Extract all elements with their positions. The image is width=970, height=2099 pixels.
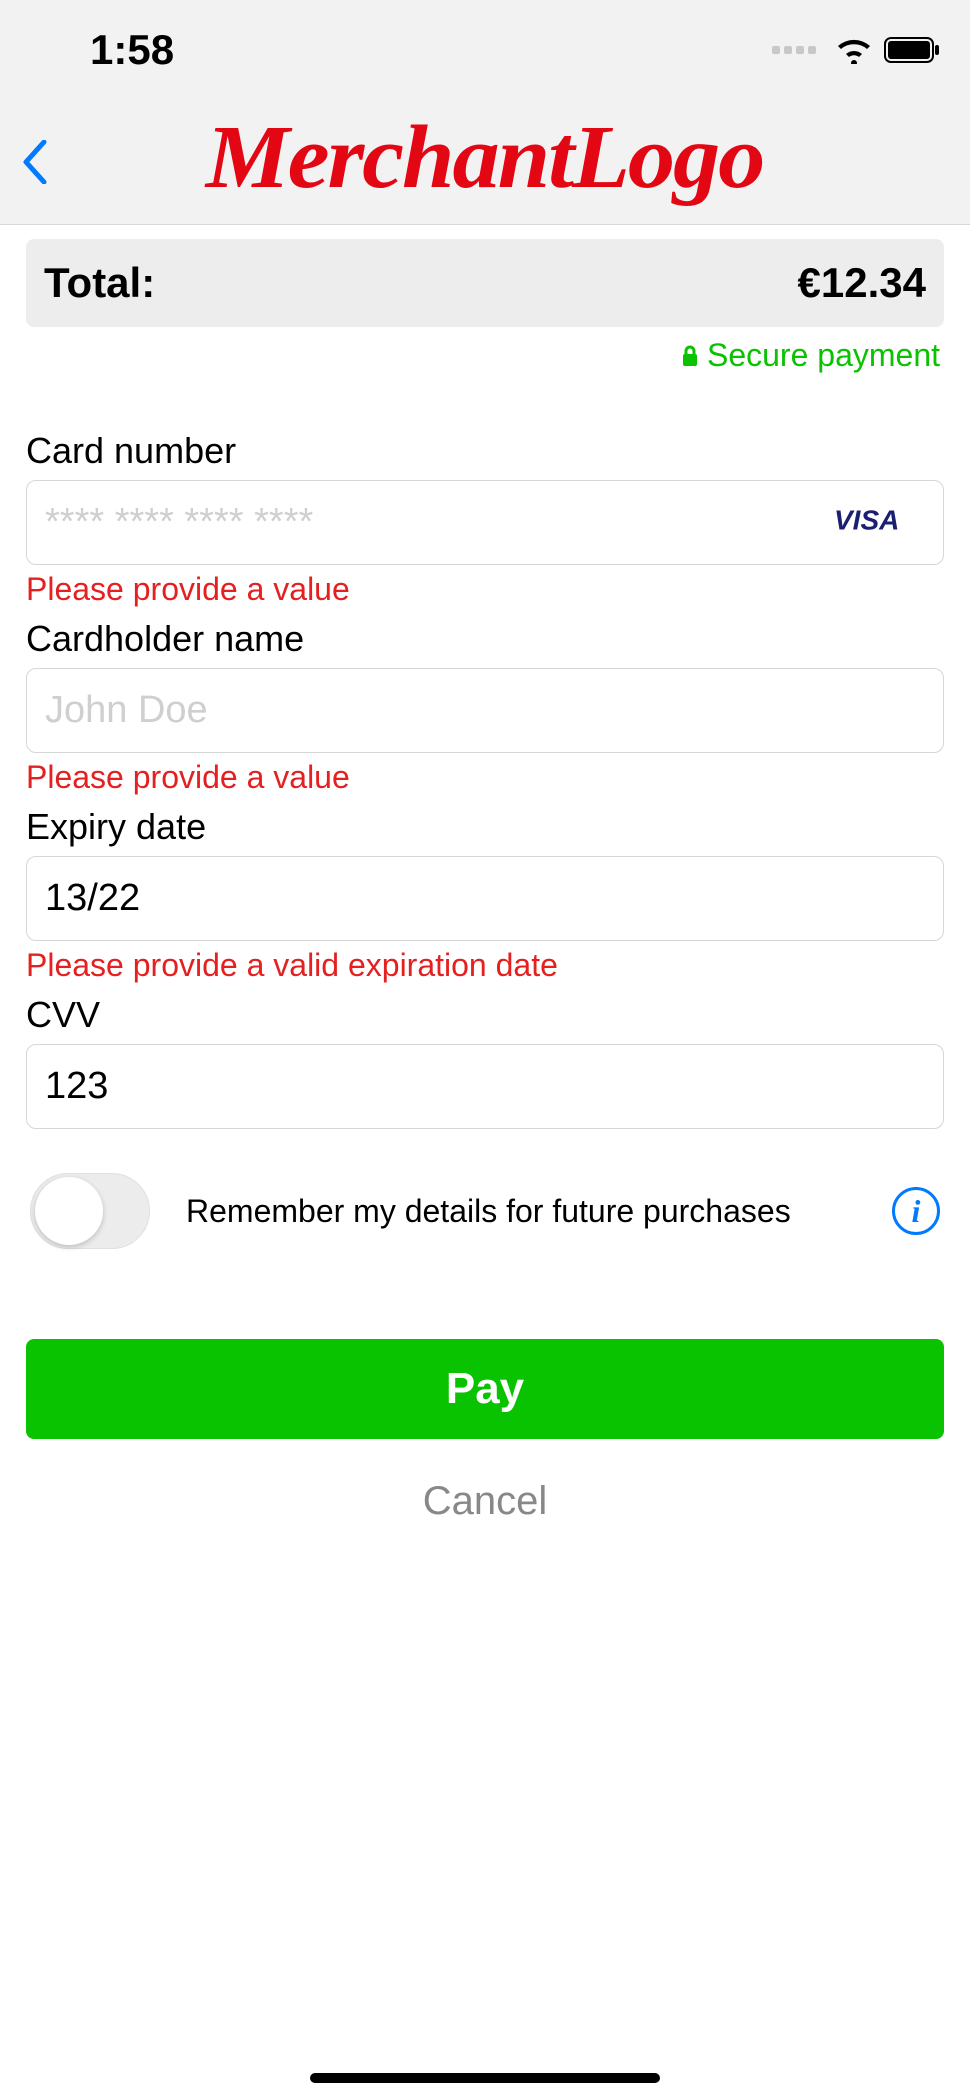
cell-dots-icon xyxy=(772,46,816,54)
info-icon: i xyxy=(912,1193,921,1230)
cardholder-label: Cardholder name xyxy=(26,618,944,660)
card-number-label: Card number xyxy=(26,430,944,472)
cardholder-input[interactable] xyxy=(26,668,944,753)
cardholder-error: Please provide a value xyxy=(26,759,944,796)
pay-button[interactable]: Pay xyxy=(26,1339,944,1439)
status-right xyxy=(772,36,940,64)
expiry-error: Please provide a valid expiration date xyxy=(26,947,944,984)
secure-text: Secure payment xyxy=(707,337,940,374)
cardholder-field: Cardholder name Please provide a value xyxy=(26,612,944,796)
lock-icon xyxy=(681,345,699,367)
remember-toggle[interactable] xyxy=(30,1173,150,1249)
wifi-icon xyxy=(836,36,872,64)
remember-row: Remember my details for future purchases… xyxy=(26,1173,944,1249)
expiry-input[interactable] xyxy=(26,856,944,941)
visa-icon: VISA xyxy=(834,505,926,540)
back-button[interactable] xyxy=(0,100,70,224)
total-row: Total: €12.34 xyxy=(26,239,944,327)
expiry-label: Expiry date xyxy=(26,806,944,848)
total-amount: €12.34 xyxy=(798,259,926,307)
card-number-input[interactable] xyxy=(26,480,944,565)
remember-label: Remember my details for future purchases xyxy=(186,1193,856,1230)
info-button[interactable]: i xyxy=(892,1187,940,1235)
status-bar: 1:58 xyxy=(0,0,970,100)
svg-text:VISA: VISA xyxy=(834,505,899,535)
total-label: Total: xyxy=(44,259,155,307)
phone-screen: 1:58 MerchantLogo Total: €12.34 Secure p… xyxy=(0,0,970,2099)
top-bar: MerchantLogo xyxy=(0,100,970,225)
merchant-logo: MerchantLogo xyxy=(0,117,970,207)
secure-payment-row: Secure payment xyxy=(26,337,944,374)
card-number-error: Please provide a value xyxy=(26,571,944,608)
payment-form: Total: €12.34 Secure payment Card number… xyxy=(0,225,970,2099)
status-time: 1:58 xyxy=(90,26,174,74)
expiry-field: Expiry date Please provide a valid expir… xyxy=(26,800,944,984)
card-number-field: Card number VISA Please provide a value xyxy=(26,424,944,608)
toggle-knob xyxy=(35,1177,103,1245)
cvv-input[interactable] xyxy=(26,1044,944,1129)
home-indicator[interactable] xyxy=(310,2073,660,2083)
chevron-left-icon xyxy=(22,140,48,184)
cancel-button[interactable]: Cancel xyxy=(26,1479,944,1524)
cvv-field: CVV xyxy=(26,988,944,1129)
battery-icon xyxy=(884,37,940,63)
cvv-label: CVV xyxy=(26,994,944,1036)
